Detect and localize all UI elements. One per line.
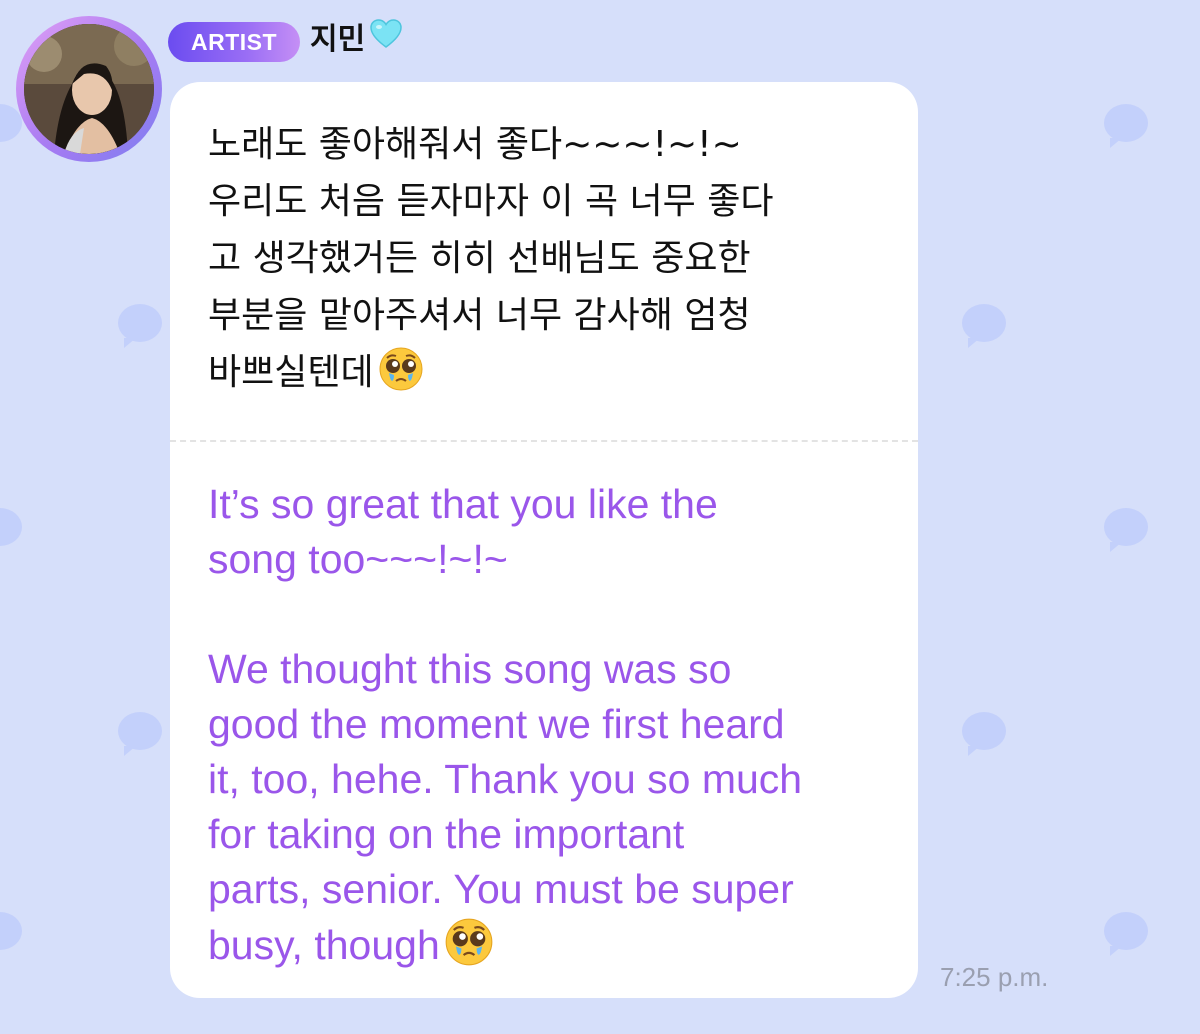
avatar-ring[interactable] bbox=[16, 16, 162, 162]
background-chat-icon bbox=[0, 508, 22, 546]
message-timestamp: 7:25 p.m. bbox=[940, 962, 1049, 992]
light-blue-heart-icon bbox=[369, 18, 403, 63]
translation-divider bbox=[170, 440, 918, 442]
background-chat-icon bbox=[118, 304, 162, 348]
background-chat-icon bbox=[118, 712, 162, 756]
avatar-photo bbox=[24, 24, 154, 154]
original-message-text: 노래도 좋아해줘서 좋다~~~!~!~ 우리도 처음 듣자마자 이 곡 너무 좋… bbox=[208, 124, 774, 393]
background-chat-icon bbox=[1104, 912, 1148, 956]
background-chat-icon bbox=[962, 304, 1006, 348]
background-chat-icon bbox=[0, 912, 22, 950]
artist-badge: ARTIST bbox=[168, 22, 300, 62]
translated-message: It’s so great that you like the song too… bbox=[208, 477, 898, 981]
avatar[interactable] bbox=[24, 24, 154, 154]
pleading-face-icon bbox=[444, 917, 494, 981]
background-chat-icon bbox=[1104, 104, 1148, 148]
original-message: 노래도 좋아해줘서 좋다~~~!~!~ 우리도 처음 듣자마자 이 곡 너무 좋… bbox=[208, 116, 898, 409]
background-chat-icon bbox=[1104, 508, 1148, 552]
sender-name-text: 지민 bbox=[310, 22, 366, 57]
pleading-face-icon bbox=[378, 346, 424, 409]
sender-name[interactable]: 지민 bbox=[310, 18, 403, 62]
background-chat-icon bbox=[962, 712, 1006, 756]
message-bubble[interactable]: 노래도 좋아해줘서 좋다~~~!~!~ 우리도 처음 듣자마자 이 곡 너무 좋… bbox=[170, 82, 918, 998]
translated-message-text: It’s so great that you like the song too… bbox=[208, 481, 803, 968]
